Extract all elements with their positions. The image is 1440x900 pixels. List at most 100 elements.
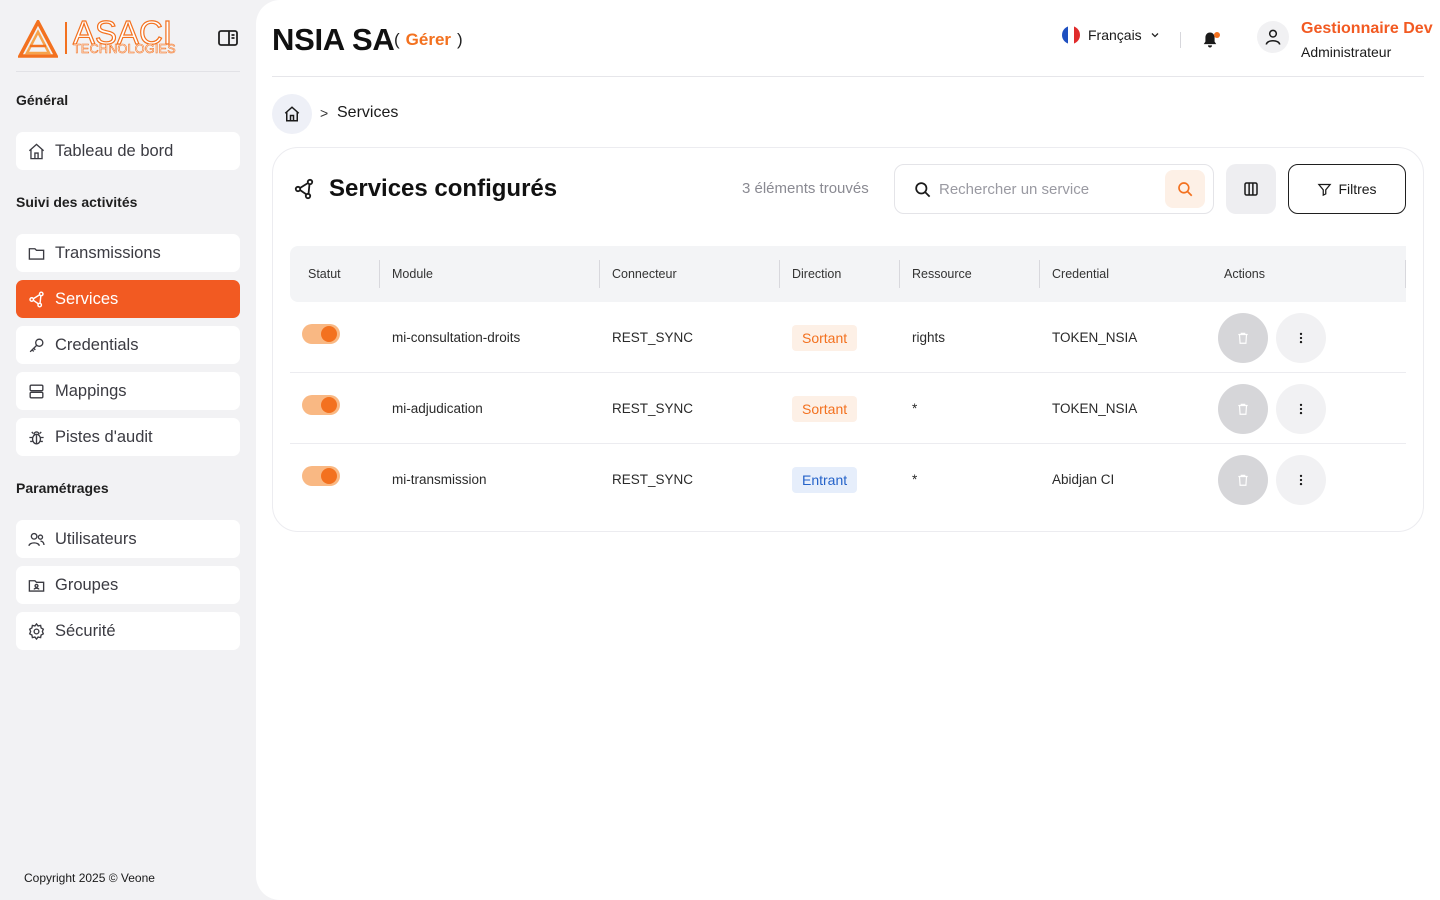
column-divider (1405, 260, 1406, 288)
credential-cell: Abidjan CI (1052, 472, 1115, 487)
column-header-status[interactable]: Statut (308, 246, 341, 302)
card-title: Services configurés (329, 175, 558, 202)
more-actions-button[interactable] (1276, 313, 1326, 363)
connector-cell: REST_SYNC (612, 401, 694, 416)
sidebar-item-transmissions[interactable]: Transmissions (16, 234, 240, 272)
connector-cell: REST_SYNC (612, 330, 694, 345)
column-divider (779, 260, 780, 288)
chevron-down-icon (1151, 33, 1159, 38)
section-title-settings: Paramétrages (16, 480, 109, 496)
folder-icon (28, 247, 45, 260)
user-icon (1265, 29, 1281, 45)
sidebar-item-label: Mappings (55, 381, 127, 400)
home-icon (28, 142, 45, 159)
section-title-activities: Suivi des activités (16, 194, 138, 210)
column-header-direction[interactable]: Direction (792, 246, 841, 302)
sidebar-collapse-icon[interactable] (216, 26, 240, 50)
column-header-connector[interactable]: Connecteur (612, 246, 677, 302)
column-header-resource[interactable]: Ressource (912, 246, 972, 302)
toggle-knob (321, 397, 337, 413)
sidebar-item-label: Groupes (55, 575, 119, 594)
table-row: mi-transmission REST_SYNC Entrant * Abid… (290, 444, 1406, 515)
services-card: Services configurés 3 éléments trouvés F… (272, 147, 1424, 532)
connector-cell: REST_SYNC (612, 472, 694, 487)
search-icon (915, 182, 931, 198)
column-divider (899, 260, 900, 288)
table-header: Statut Module Connecteur Direction Resso… (290, 246, 1406, 302)
table-row: mi-consultation-droits REST_SYNC Sortant… (290, 302, 1406, 373)
sidebar-item-groups[interactable]: Groupes (16, 566, 240, 604)
trash-icon (1238, 474, 1248, 486)
sidebar-item-credentials[interactable]: Credentials (16, 326, 240, 364)
status-toggle[interactable] (302, 395, 340, 415)
resource-cell: * (912, 472, 918, 487)
toggle-knob (321, 468, 337, 484)
filter-icon (1317, 183, 1332, 196)
sidebar-item-dashboard[interactable]: Tableau de bord (16, 132, 240, 170)
close-paren: ) (457, 30, 463, 49)
column-divider (379, 260, 380, 288)
direction-badge: Sortant (792, 324, 858, 351)
logo-subtext: TECHNOLOGIES (73, 42, 176, 56)
delete-button[interactable] (1218, 455, 1268, 505)
resource-cell: rights (912, 330, 946, 345)
more-vertical-icon (1299, 474, 1303, 486)
search-button[interactable] (1165, 170, 1205, 208)
breadcrumb-home-button[interactable] (272, 94, 312, 134)
sidebar-item-mappings[interactable]: Mappings (16, 372, 240, 410)
sidebar-item-label: Tableau de bord (55, 141, 174, 160)
user-role: Administrateur (1301, 44, 1392, 60)
search-icon (1178, 182, 1193, 197)
column-header-credential[interactable]: Credential (1052, 246, 1109, 302)
french-flag-icon (1062, 26, 1080, 44)
logo-row: ASACI TECHNOLOGIES (16, 15, 240, 72)
share-nodes-icon (294, 178, 314, 200)
group-folder-icon (28, 579, 45, 592)
more-actions-button[interactable] (1276, 384, 1326, 434)
language-label: Français (1088, 27, 1142, 43)
table-row: mi-adjudication REST_SYNC Sortant * TOKE… (290, 373, 1406, 444)
direction-badge: Sortant (792, 395, 858, 422)
avatar[interactable] (1257, 21, 1289, 53)
copyright-text: Copyright 2025 © Veone (24, 871, 155, 885)
sidebar: ASACI TECHNOLOGIES Général Tableau de bo… (0, 0, 256, 900)
manage-link[interactable]: Gérer (406, 30, 451, 49)
key-icon (29, 337, 44, 352)
filters-button[interactable]: Filtres (1288, 164, 1406, 214)
breadcrumb-current: Services (337, 104, 399, 121)
more-vertical-icon (1299, 332, 1303, 344)
delete-button[interactable] (1218, 384, 1268, 434)
status-toggle[interactable] (302, 324, 340, 344)
direction-cell: Sortant (792, 373, 858, 444)
search-input[interactable] (939, 177, 1159, 201)
sidebar-item-users[interactable]: Utilisateurs (16, 520, 240, 558)
more-actions-button[interactable] (1276, 455, 1326, 505)
toggle-knob (321, 326, 337, 342)
more-vertical-icon (1299, 403, 1303, 415)
status-toggle[interactable] (302, 466, 340, 486)
column-divider (1039, 260, 1040, 288)
user-name[interactable]: Gestionnaire Dev (1301, 20, 1433, 38)
main-content: NSIA SA (Gérer) Français Gestionnaire De… (256, 0, 1440, 900)
sidebar-item-services[interactable]: Services (16, 280, 240, 318)
header-divider (1180, 32, 1181, 48)
sidebar-item-security[interactable]: Sécurité (16, 612, 240, 650)
breadcrumb-separator: > (320, 105, 329, 121)
delete-button[interactable] (1218, 313, 1268, 363)
users-icon (28, 532, 45, 546)
notification-dot (1214, 32, 1220, 38)
columns-icon (1244, 182, 1258, 196)
filters-label: Filtres (1338, 181, 1377, 197)
page-title: NSIA SA (272, 22, 395, 57)
direction-badge: Entrant (792, 466, 858, 493)
resource-cell: * (912, 401, 918, 416)
sidebar-item-audit-trails[interactable]: Pistes d'audit (16, 418, 240, 456)
language-selector[interactable]: Français (1062, 26, 1161, 44)
columns-toggle-button[interactable] (1226, 164, 1276, 214)
bug-icon (29, 430, 44, 445)
trash-icon (1238, 403, 1248, 415)
column-header-module[interactable]: Module (392, 246, 433, 302)
brand-logo-icon (18, 20, 58, 58)
direction-cell: Entrant (792, 444, 858, 515)
share-nodes-icon (29, 291, 44, 307)
